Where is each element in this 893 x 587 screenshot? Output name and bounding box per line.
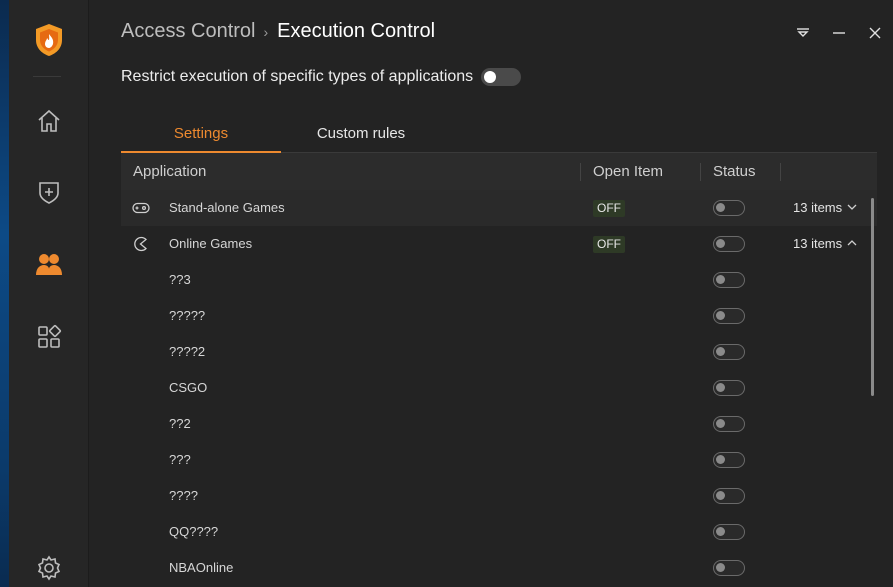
application-name: QQ???? — [169, 524, 219, 539]
shield-plus-icon[interactable] — [29, 172, 69, 212]
application-name: NBAOnline — [169, 560, 234, 575]
restrict-execution-label: Restrict execution of specific types of … — [121, 68, 474, 85]
restrict-execution-toggle[interactable] — [481, 68, 522, 86]
sidebar-divider — [33, 76, 61, 77]
pacman-icon — [134, 236, 147, 252]
restrict-execution-row: Restrict execution of specific types of … — [121, 68, 522, 86]
apps-icon[interactable] — [29, 317, 69, 357]
column-divider — [580, 163, 581, 181]
status-toggle[interactable] — [713, 272, 745, 288]
list-item: ??2 — [121, 406, 877, 442]
list-item: CSGO — [121, 370, 877, 406]
status-toggle[interactable] — [713, 488, 745, 504]
table-header: Application Open Item Status — [121, 153, 877, 190]
list-item: QQ???? — [121, 514, 877, 550]
list-item: NBAOnline — [121, 550, 877, 586]
item-count[interactable]: 13 items — [793, 190, 842, 226]
status-toggle[interactable] — [713, 236, 745, 252]
desktop-background — [0, 0, 9, 587]
list-item: ????2 — [121, 334, 877, 370]
application-name: ????2 — [169, 344, 206, 359]
logo-icon — [29, 20, 69, 60]
chevron-up-icon[interactable] — [847, 238, 857, 248]
application-name: Stand-alone Games — [169, 200, 285, 215]
status-toggle[interactable] — [713, 380, 745, 396]
list-item: ??3 — [121, 262, 877, 298]
application-name: ????? — [169, 308, 206, 323]
category-row-online-games[interactable]: Online Games OFF 13 items — [121, 226, 877, 262]
application-name: ???? — [169, 488, 198, 503]
chevron-down-icon[interactable] — [847, 202, 857, 212]
minimize-button[interactable] — [821, 22, 857, 44]
application-name: Online Games — [169, 236, 253, 251]
tab-custom-rules[interactable]: Custom rules — [281, 116, 441, 153]
column-application: Application — [133, 163, 207, 180]
column-divider — [780, 163, 781, 181]
list-item: ????? — [121, 298, 877, 334]
status-toggle[interactable] — [713, 308, 745, 324]
application-name: ??3 — [169, 272, 191, 287]
status-toggle[interactable] — [713, 344, 745, 360]
status-toggle[interactable] — [713, 416, 745, 432]
window-controls — [785, 22, 893, 44]
column-status: Status — [713, 163, 756, 180]
home-icon[interactable] — [29, 101, 69, 141]
sidebar — [9, 0, 89, 587]
list-item: ??? — [121, 442, 877, 478]
column-open-item: Open Item — [593, 163, 664, 180]
category-row-stand-alone-games[interactable]: Stand-alone Games OFF 13 items — [121, 190, 877, 226]
status-toggle[interactable] — [713, 560, 745, 576]
users-icon[interactable] — [29, 244, 69, 284]
status-toggle[interactable] — [713, 524, 745, 540]
gamepad-icon — [132, 202, 150, 214]
column-divider — [700, 163, 701, 181]
page-title: Execution Control — [277, 20, 436, 42]
status-toggle[interactable] — [713, 452, 745, 468]
settings-gear-icon[interactable] — [29, 548, 69, 587]
tab-settings[interactable]: Settings — [121, 116, 281, 153]
application-name: ??2 — [169, 416, 191, 431]
breadcrumb: Access Control › Execution Control — [121, 20, 435, 43]
tab-bar: Settings Custom rules — [121, 116, 877, 153]
item-count[interactable]: 13 items — [793, 226, 842, 262]
scrollbar[interactable] — [871, 198, 874, 396]
breadcrumb-separator: › — [263, 23, 269, 40]
status-toggle[interactable] — [713, 200, 745, 216]
open-item-badge: OFF — [593, 236, 625, 253]
list-item: ???? — [121, 478, 877, 514]
open-item-badge: OFF — [593, 200, 625, 217]
close-button[interactable] — [857, 22, 893, 44]
breadcrumb-parent[interactable]: Access Control — [121, 20, 256, 43]
application-name: CSGO — [169, 380, 208, 395]
applications-table: Application Open Item Status Stand-alone… — [121, 153, 877, 586]
application-name: ??? — [169, 452, 191, 467]
main-panel: Access Control › Execution Control Restr… — [90, 0, 893, 587]
menu-dropdown-icon[interactable] — [785, 22, 821, 44]
